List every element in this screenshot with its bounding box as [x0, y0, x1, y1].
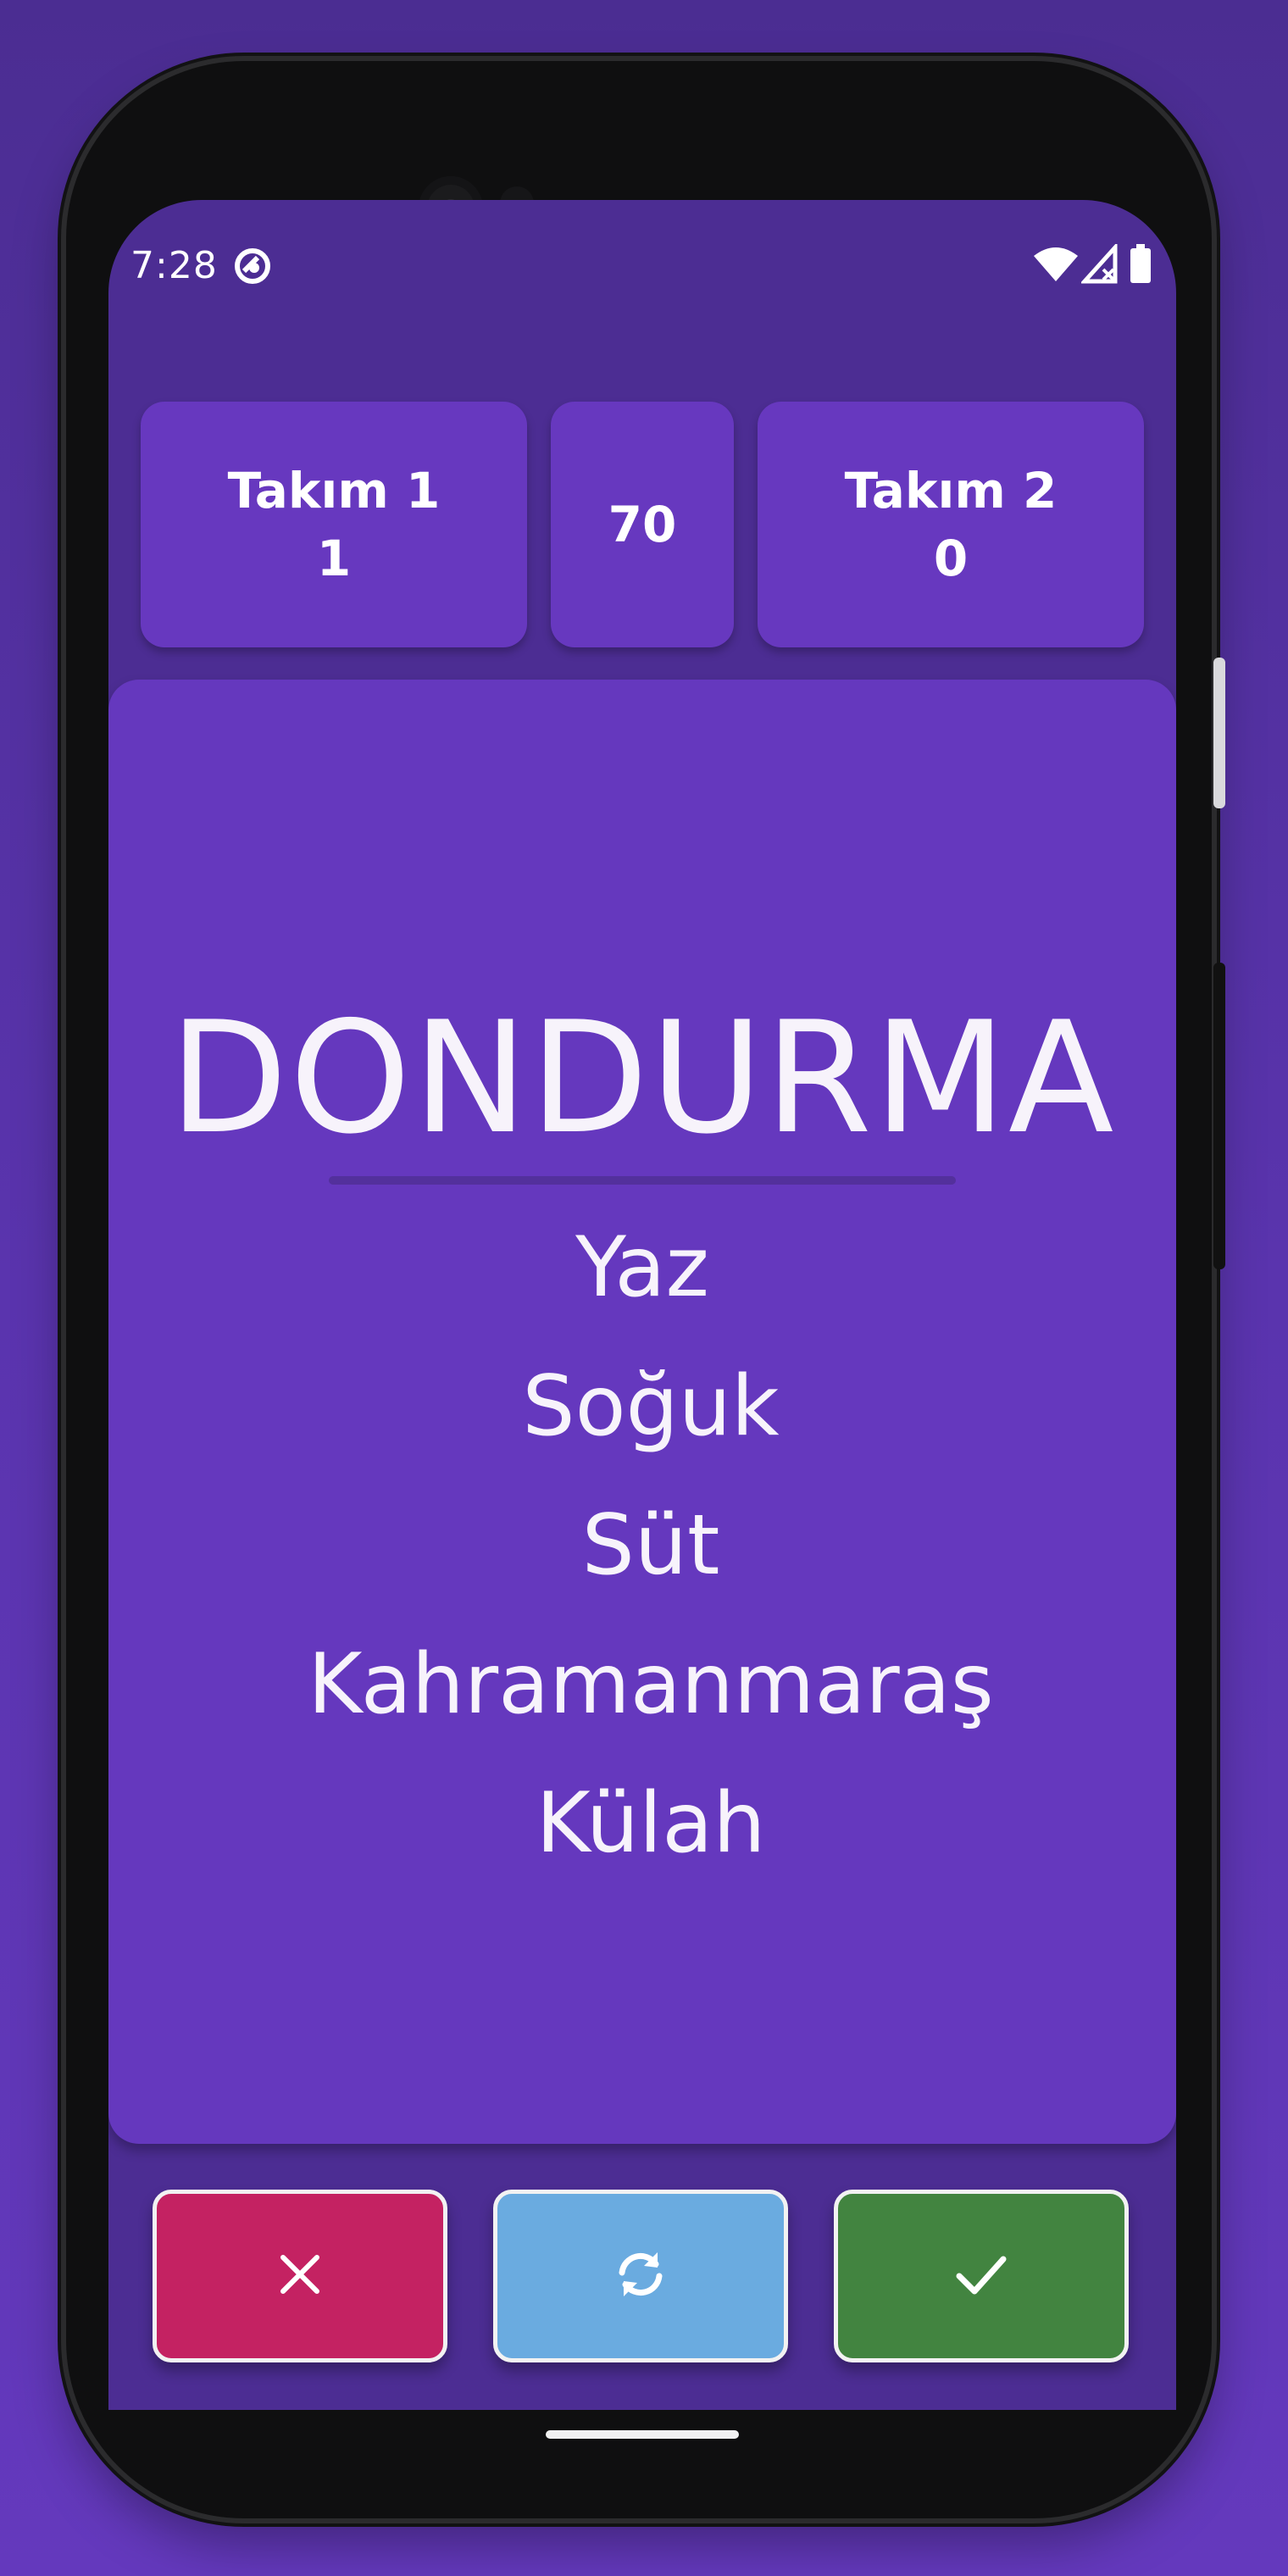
team2-score: 0	[933, 530, 969, 587]
status-time: 7:28	[130, 244, 218, 287]
status-bar: 7:28	[108, 242, 1176, 298]
taboo-word: Külah	[536, 1775, 766, 1872]
team2-name: Takım 2	[844, 462, 1058, 519]
taboo-word: Süt	[581, 1497, 720, 1594]
pass-button[interactable]	[493, 2190, 788, 2362]
wifi-icon	[1032, 244, 1080, 288]
team2-panel: Takım 2 0	[758, 402, 1144, 647]
team1-panel: Takım 1 1	[141, 402, 527, 647]
check-icon	[954, 2251, 1008, 2301]
taboo-word: Kahramanmaraş	[308, 1636, 994, 1733]
battery-icon	[1129, 244, 1152, 288]
volume-button	[1213, 963, 1225, 1269]
home-indicator[interactable]	[546, 2430, 739, 2439]
timer-panel: 70	[551, 402, 734, 647]
taboo-word: Soğuk	[522, 1358, 780, 1455]
taboo-word: Yaz	[575, 1219, 709, 1316]
card-divider	[329, 1176, 956, 1185]
team1-score: 1	[316, 530, 352, 587]
power-button	[1213, 658, 1225, 808]
app-screen: 7:28 Takım 1 1 70 Takım 2 0 DONDURMA Yaz	[108, 200, 1176, 2410]
close-icon	[276, 2251, 324, 2301]
scoreboard: Takım 1 1 70 Takım 2 0	[141, 402, 1144, 647]
correct-button[interactable]	[834, 2190, 1129, 2362]
team1-name: Takım 1	[227, 462, 441, 519]
signal-icon	[1080, 242, 1119, 288]
refresh-icon	[610, 2244, 671, 2308]
timer-value: 70	[608, 496, 677, 553]
word-card: DONDURMA Yaz Soğuk Süt Kahramanmaraş Kül…	[108, 680, 1176, 2144]
sync-icon	[232, 246, 273, 290]
wrong-button[interactable]	[153, 2190, 447, 2362]
target-word: DONDURMA	[169, 988, 1116, 1168]
